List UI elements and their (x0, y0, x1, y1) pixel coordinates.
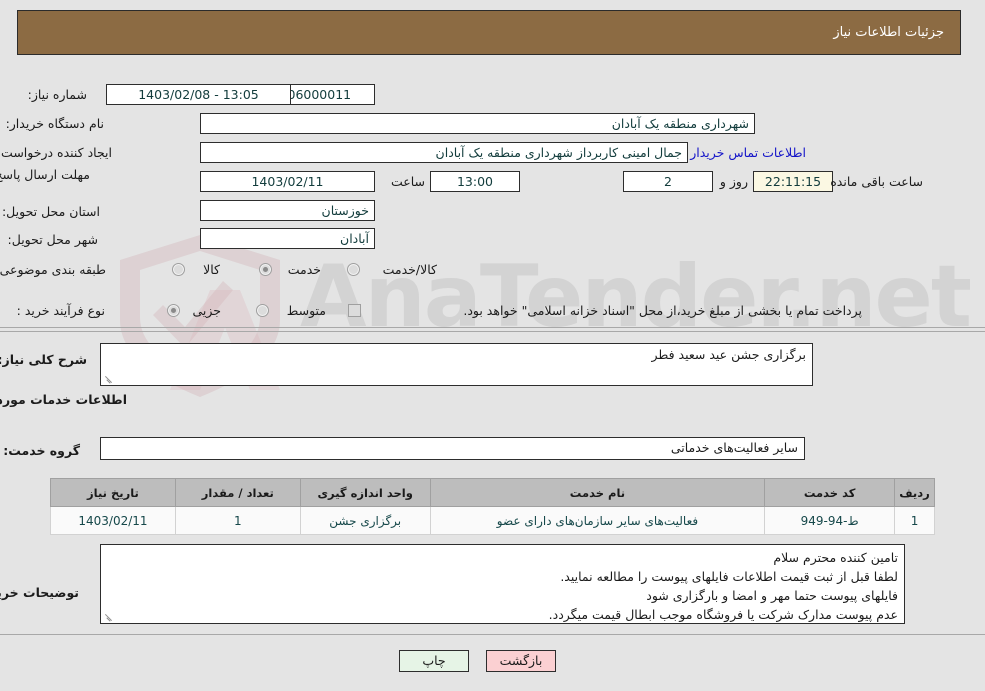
buyer-note-line-3: فایلهای پیوست حتما مهر و امضا و بارگزاری… (646, 588, 898, 603)
page-header: جزئیات اطلاعات نیاز (17, 10, 961, 55)
deadline-date-value: 1403/02/11 (200, 171, 375, 192)
service-group-field[interactable]: سایر فعالیت‌های خدماتی (100, 437, 805, 460)
public-announce-value: 13:05 - 1403/02/08 (106, 84, 291, 105)
category-option-kala-khedmat: کالا/خدمت (382, 262, 437, 277)
need-number-label: شماره نیاز: (27, 87, 87, 102)
th-quantity: تعداد / مقدار (174, 478, 301, 507)
need-info-panel (0, 66, 985, 326)
process-option-jozei: جزیی (192, 303, 221, 318)
divider-bottom (0, 634, 985, 635)
countdown-value: 22:11:15 (753, 171, 833, 192)
cell-radif: 1 (894, 506, 935, 535)
deadline-label: مهلت ارسال پاسخ: تا تاریخ: (0, 167, 90, 182)
description-value: برگزاری جشن عید سعید فطر (651, 347, 806, 362)
buyer-org-label: نام دستگاه خریدار: (5, 116, 104, 131)
radio-category-kala[interactable] (172, 263, 185, 276)
cell-unit: برگزاری جشن (299, 506, 431, 535)
buyer-notes-label: توضیحات خریدار: (0, 585, 79, 600)
process-option-motavasset: متوسط (286, 303, 326, 318)
page-root: AnaTender.net جزئیات اطلاعات نیاز شماره … (0, 0, 985, 691)
th-date: تاریخ نیاز (50, 478, 176, 507)
category-option-kala: کالا (203, 262, 220, 277)
buyer-note-line-1: تامین کننده محترم سلام (773, 550, 898, 565)
buyer-notes-textarea[interactable]: تامین کننده محترم سلام لطفا قبل از ثبت ق… (100, 544, 905, 624)
table-row: 1 ط-94-949 فعالیت‌های سایر سازمان‌های دا… (50, 506, 935, 535)
category-label: طبقه بندی موضوعی: (0, 262, 106, 277)
description-textarea[interactable]: برگزاری جشن عید سعید فطر (100, 343, 813, 386)
back-button[interactable]: بازگشت (486, 650, 556, 672)
payment-note-text: پرداخت تمام یا بخشی از مبلغ خرید،از محل … (463, 303, 862, 318)
radio-category-khedmat[interactable] (259, 263, 272, 276)
services-table: ردیف کد خدمت نام خدمت واحد اندازه گیری ت… (50, 478, 935, 535)
creator-label: ایجاد کننده درخواست: (0, 145, 112, 160)
radio-process-motavasset[interactable] (256, 304, 269, 317)
creator-value: جمال امینی کاربرداز شهرداری منطقه یک آبا… (200, 142, 688, 163)
service-group-value: سایر فعالیت‌های خدماتی (670, 440, 798, 455)
cell-date: 1403/02/11 (50, 506, 176, 535)
radio-category-kala-khedmat[interactable] (347, 263, 360, 276)
resize-grip-icon[interactable] (103, 612, 113, 622)
days-unit-label: روز و (719, 174, 748, 189)
table-header-row: ردیف کد خدمت نام خدمت واحد اندازه گیری ت… (50, 478, 935, 507)
th-code: کد خدمت (764, 478, 896, 507)
cell-code: ط-94-949 (764, 506, 896, 535)
buyer-contact-link[interactable]: اطلاعات تماس خریدار (690, 145, 806, 160)
resize-grip-icon[interactable] (103, 374, 113, 384)
radio-process-jozei[interactable] (167, 304, 180, 317)
page-title: جزئیات اطلاعات نیاز (833, 25, 944, 40)
time-label: ساعت (390, 174, 425, 189)
province-label: استان محل تحویل: (1, 204, 100, 219)
days-remaining-value: 2 (623, 171, 713, 192)
buyer-org-value: شهرداری منطقه یک آبادان (200, 113, 755, 134)
th-name: نام خدمت (429, 478, 766, 507)
divider-top-2 (0, 331, 985, 332)
th-unit: واحد اندازه گیری (299, 478, 431, 507)
city-value: آبادان (200, 228, 375, 249)
deadline-time-value: 13:00 (430, 171, 520, 192)
service-group-label: گروه خدمت: (3, 443, 80, 458)
print-button[interactable]: چاپ (399, 650, 469, 672)
description-label: شرح کلی نیاز: (0, 352, 87, 367)
th-radif: ردیف (894, 478, 935, 507)
buyer-note-line-2: لطفا قبل از ثبت قیمت اطلاعات فایلهای پیو… (560, 569, 898, 584)
city-label: شهر محل تحویل: (7, 232, 98, 247)
cell-name: فعالیت‌های سایر سازمان‌های دارای عضو (429, 506, 766, 535)
services-heading: اطلاعات خدمات مورد نیاز (0, 392, 127, 407)
remaining-hours-label: ساعت باقی مانده (830, 174, 923, 189)
divider-top (0, 327, 985, 328)
province-value: خوزستان (200, 200, 375, 221)
islamic-treasury-checkbox[interactable] (348, 304, 361, 317)
buyer-note-line-4: عدم پیوست مدارک شرکت یا فروشگاه موجب ابط… (548, 607, 898, 622)
cell-quantity: 1 (174, 506, 301, 535)
category-option-khedmat: خدمت (287, 262, 321, 277)
process-label: نوع فرآیند خرید : (16, 303, 105, 318)
